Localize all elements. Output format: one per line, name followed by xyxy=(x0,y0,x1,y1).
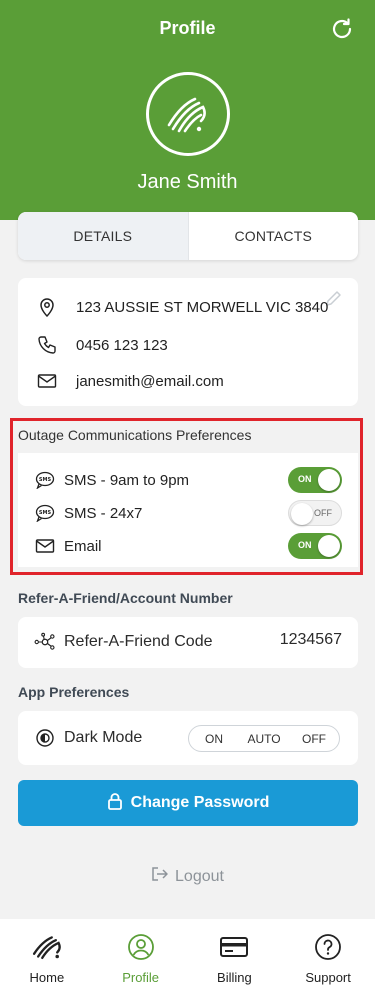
address-row: 123 AUSSIE ST MORWELL VIC 3840 xyxy=(36,296,328,318)
nav-home-label: Home xyxy=(29,970,65,985)
profile-tabs: DETAILS CONTACTS xyxy=(18,212,358,260)
tab-details[interactable]: DETAILS xyxy=(18,212,189,260)
refer-label: Refer-A-Friend Code xyxy=(64,633,213,650)
nav-support[interactable]: Support xyxy=(281,919,375,999)
refresh-icon[interactable] xyxy=(329,16,355,42)
toggle-knob xyxy=(291,503,313,525)
user-name: Jane Smith xyxy=(137,171,238,193)
outage-prefs-panel: SMS SMS - 9am to 9pm ON SMS SMS - 24x7 O… xyxy=(18,453,358,567)
profile-icon xyxy=(127,933,155,964)
svg-text:SMS: SMS xyxy=(39,477,52,483)
toggle-state: ON xyxy=(298,474,312,484)
svg-text:SMS: SMS xyxy=(39,510,52,516)
location-pin-icon xyxy=(36,296,58,318)
contrast-icon xyxy=(34,727,56,749)
nav-profile[interactable]: Profile xyxy=(94,919,188,999)
help-icon xyxy=(314,933,342,964)
toggle-state: ON xyxy=(298,540,312,550)
details-card: 123 AUSSIE ST MORWELL VIC 3840 0456 123 … xyxy=(18,278,358,406)
mail-icon xyxy=(34,535,56,557)
pref-label: SMS - 24x7 xyxy=(64,504,143,522)
sms-24x7-toggle[interactable]: OFF xyxy=(288,500,342,526)
toggle-knob xyxy=(318,469,340,491)
app-prefs-title: App Preferences xyxy=(18,684,130,700)
dark-mode-auto-option[interactable]: AUTO xyxy=(239,726,289,751)
pref-sms-24x7: SMS SMS - 24x7 OFF xyxy=(34,499,342,527)
logout-icon xyxy=(151,866,169,887)
logout-link[interactable]: Logout xyxy=(0,866,375,887)
address-text: 123 AUSSIE ST MORWELL VIC 3840 xyxy=(76,298,329,316)
card-icon xyxy=(219,933,249,964)
sms-icon: SMS xyxy=(34,502,56,524)
change-password-button[interactable]: Change Password xyxy=(18,780,358,826)
refer-section-title: Refer-A-Friend/Account Number xyxy=(18,590,233,606)
home-logo-icon xyxy=(30,933,64,964)
nav-home[interactable]: Home xyxy=(0,919,94,999)
lock-icon xyxy=(107,792,123,815)
share-network-icon xyxy=(34,631,56,653)
phone-row: 0456 123 123 xyxy=(36,334,168,356)
outage-prefs-title: Outage Communications Preferences xyxy=(18,427,252,443)
logout-label: Logout xyxy=(175,867,224,885)
dark-mode-off-option[interactable]: OFF xyxy=(289,726,339,751)
email-text: janesmith@email.com xyxy=(76,372,224,390)
avatar xyxy=(146,72,230,156)
sms-daytime-toggle[interactable]: ON xyxy=(288,467,342,493)
pref-sms-daytime: SMS SMS - 9am to 9pm ON xyxy=(34,466,342,494)
toggle-state: OFF xyxy=(314,508,332,518)
profile-header: Profile Jane Smith xyxy=(0,0,375,220)
email-row: janesmith@email.com xyxy=(36,370,224,392)
refer-row: Refer-A-Friend Code 1234567 xyxy=(34,631,342,653)
refer-card: Refer-A-Friend Code 1234567 xyxy=(18,617,358,668)
phone-icon xyxy=(36,334,58,356)
refer-code-value: 1234567 xyxy=(279,631,342,648)
pref-email: Email ON xyxy=(34,532,342,560)
tab-contacts[interactable]: CONTACTS xyxy=(189,212,359,260)
pref-label: SMS - 9am to 9pm xyxy=(64,471,190,489)
brand-logo-icon xyxy=(167,97,206,133)
page-title: Profile xyxy=(159,18,216,38)
nav-billing[interactable]: Billing xyxy=(188,919,282,999)
nav-support-label: Support xyxy=(305,970,351,985)
pref-label: Email xyxy=(64,537,102,555)
dark-mode-segmented-control: ON AUTO OFF xyxy=(188,725,340,752)
sms-icon: SMS xyxy=(34,469,56,491)
dark-mode-row: Dark Mode xyxy=(34,727,142,749)
app-prefs-card: Dark Mode ON AUTO OFF xyxy=(18,711,358,765)
nav-billing-label: Billing xyxy=(217,970,252,985)
change-password-label: Change Password xyxy=(130,794,270,811)
toggle-knob xyxy=(318,535,340,557)
phone-text: 0456 123 123 xyxy=(76,336,168,354)
mail-icon xyxy=(36,370,58,392)
nav-profile-label: Profile xyxy=(122,970,160,985)
dark-mode-on-option[interactable]: ON xyxy=(189,726,239,751)
email-toggle[interactable]: ON xyxy=(288,533,342,559)
dark-mode-label: Dark Mode xyxy=(64,729,143,746)
bottom-nav: Home Profile Billing Support xyxy=(0,919,375,999)
